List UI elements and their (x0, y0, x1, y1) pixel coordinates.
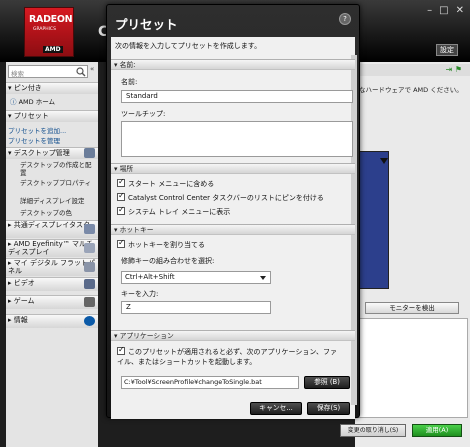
checkbox-checked-icon[interactable] (117, 205, 125, 215)
section-title: 名前: (119, 61, 136, 69)
sidebar-item-pinned[interactable]: ▾ ピン付き (6, 82, 98, 94)
close-icon[interactable]: ✕ (456, 5, 464, 16)
dialog-title: プリセット (115, 17, 178, 32)
sidebar-item-label: AMD ホーム (18, 98, 56, 106)
assign-hotkey-checkbox[interactable]: ホットキーを割り当てる (117, 238, 205, 250)
checkbox-checked-icon[interactable] (117, 345, 125, 355)
name-input[interactable]: Standard (121, 90, 353, 103)
apply-button[interactable]: 適用(A) (412, 424, 462, 437)
section-name[interactable]: ▾ 名前: (111, 59, 355, 70)
checkbox-label: システム トレイ メニューに表示 (128, 208, 231, 216)
modifier-select[interactable]: Ctrl+Alt+Shift (121, 271, 271, 284)
modifier-label: 修飾キーの組み合わせを選択: (121, 257, 215, 265)
logo-subtext: GRAPHICS (33, 27, 56, 32)
dialog-body: 次の情報を入力してプリセットを作成します。 ▾ 名前: 名前: Standard… (111, 37, 357, 419)
right-pane: ⇥ ⚑ なハードウェアで AMD ください。 モニターを検出 (355, 62, 470, 447)
section-title: アプリケーション (119, 332, 174, 340)
sidebar-item-label: ビデオ (13, 279, 35, 287)
sidebar-item-desktop-color[interactable]: デスクトップの色 (20, 209, 72, 217)
sidebar-item-label: マイ デジタル フラットパネル (8, 259, 96, 275)
launch-app-checkbox[interactable]: このプリセットが適用されると必ず、次のアプリケーション、ファイル、またはショート… (117, 345, 343, 367)
preset-dialog: プリセット ? 次の情報を入力してプリセットを作成します。 ▾ 名前: 名前: … (106, 4, 360, 419)
sidebar: 検索 « ▾ ピン付き ⓘ AMD ホーム ▾ プリセット プリセットを追加..… (6, 62, 98, 447)
sidebar-item-amd-home[interactable]: ⓘ AMD ホーム (10, 98, 55, 106)
sidebar-item-label: 共通ディスプレイタスク (13, 221, 90, 229)
checkbox-label: ホットキーを割り当てる (128, 241, 205, 249)
checkbox-label: Catalyst Control Center タスクバーのリストにピンを付ける (128, 194, 324, 202)
video-icon (84, 279, 95, 289)
modifier-value: Ctrl+Alt+Shift (125, 273, 175, 281)
info-icon: ⓘ (10, 98, 17, 106)
logo-text: RADEON (29, 14, 73, 25)
gamepad-icon (84, 297, 95, 307)
undo-changes-button[interactable]: 変更の取り消し(S) (340, 424, 406, 437)
search-icon[interactable] (76, 67, 86, 77)
settings-button[interactable]: 設定 (436, 44, 458, 56)
help-icon[interactable]: ? (339, 13, 351, 25)
dialog-description: 次の情報を入力してプリセットを作成します。 (115, 42, 262, 50)
eyefinity-icon (84, 243, 95, 253)
flat-panel-icon (84, 262, 95, 272)
key-label: キーを入力: (121, 290, 159, 298)
browse-button[interactable]: 参照 (B) (304, 376, 350, 389)
window-controls: – □ ✕ (427, 5, 464, 16)
key-input[interactable]: Z (121, 301, 271, 314)
pane-toolbar: ⇥ ⚑ (355, 64, 470, 76)
maximize-icon[interactable]: □ (439, 5, 448, 16)
monitor-preview[interactable] (355, 151, 389, 289)
add-preset-link[interactable]: プリセットを追加... (8, 125, 66, 135)
checkbox-label: スタート メニューに含める (128, 180, 215, 188)
checkbox-label: このプリセットが適用されると必ず、次のアプリケーション、ファイル、またはショート… (117, 348, 337, 366)
sidebar-item-label: ゲーム (13, 297, 35, 305)
display-icon (84, 224, 95, 234)
manage-presets-link[interactable]: プリセットを管理 (8, 135, 60, 145)
sidebar-item-label: デスクトップ管理 (13, 149, 70, 157)
search-input[interactable]: 検索 (8, 65, 88, 78)
save-button[interactable]: 保存(S) (307, 402, 350, 415)
sidebar-item-label: ピン付き (13, 84, 42, 92)
section-title: 場所 (119, 165, 134, 173)
name-label: 名前: (121, 78, 138, 86)
system-tray-checkbox[interactable]: システム トレイ メニューに表示 (117, 205, 231, 217)
detect-monitors-button[interactable]: モニターを検出 (365, 302, 459, 314)
checkbox-checked-icon[interactable] (117, 238, 125, 248)
sidebar-item-label: プリセット (13, 112, 49, 120)
radeon-logo: RADEON GRAPHICS AMD (24, 7, 74, 57)
checkbox-checked-icon[interactable] (117, 191, 125, 201)
checkbox-checked-icon[interactable] (117, 177, 125, 187)
chevron-down-icon (260, 276, 266, 280)
collapse-sidebar-button[interactable]: « (90, 65, 98, 78)
sidebar-item-presets[interactable]: ▾ プリセット (6, 110, 98, 122)
section-hotkey[interactable]: ▾ ホットキー (111, 224, 355, 235)
cancel-button[interactable]: キャンセ... (250, 402, 302, 415)
monitor-details-box (355, 318, 468, 418)
section-application[interactable]: ▾ アプリケーション (111, 330, 355, 341)
sidebar-item-detail-display[interactable]: 詳細ディスプレイ設定 (20, 197, 85, 205)
minimize-icon[interactable]: – (427, 5, 432, 16)
tooltip-input[interactable] (121, 121, 353, 157)
sidebar-item-desktop-properties[interactable]: デスクトッププロパティ (20, 179, 94, 187)
section-location[interactable]: ▾ 場所 (111, 163, 355, 174)
section-title: ホットキー (119, 226, 154, 234)
start-menu-checkbox[interactable]: スタート メニューに含める (117, 177, 215, 189)
taskbar-pin-checkbox[interactable]: Catalyst Control Center タスクバーのリストにピンを付ける (117, 191, 324, 203)
pin-icon[interactable]: ⇥ ⚑ (446, 65, 462, 74)
sidebar-item-label: 情報 (13, 316, 28, 324)
info-icon (84, 316, 95, 326)
search-placeholder: 検索 (11, 70, 24, 78)
desktop-icon (84, 148, 95, 158)
app-path-input[interactable]: C:¥Tool¥ScreenProfile¥changeToSingle.bat (121, 376, 299, 389)
amd-logo-text: AMD (43, 46, 63, 53)
tooltip-label: ツールチップ: (121, 110, 166, 118)
pane-description: なハードウェアで AMD ください。 (359, 86, 463, 94)
sidebar-item-label: AMD Eyefinity™ マルチディスプレイ (8, 240, 93, 256)
sidebar-item-desktop-create[interactable]: デスクトップの作成と配置 (20, 161, 94, 177)
